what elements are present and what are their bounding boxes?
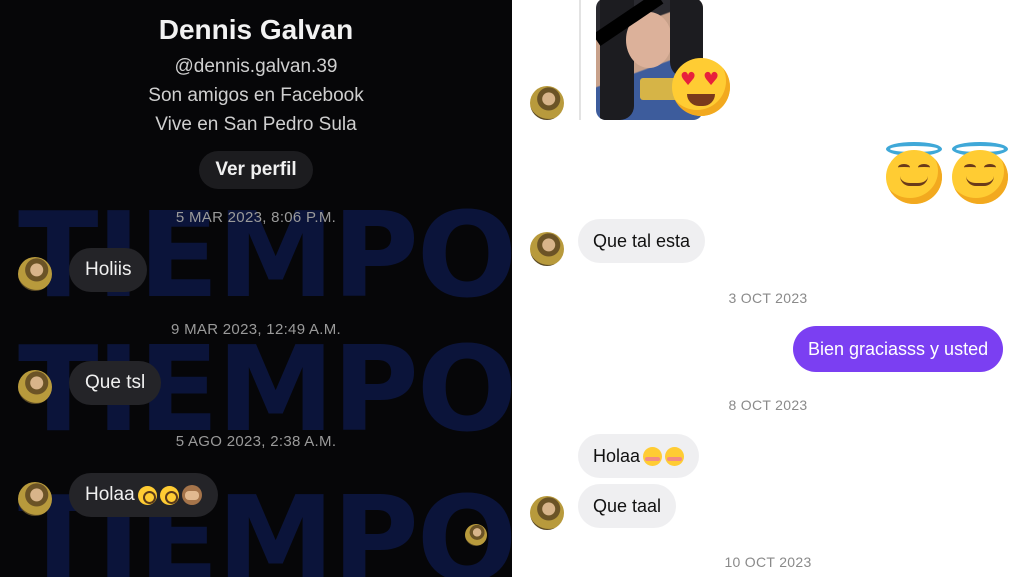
date-separator: 8 OCT 2023	[728, 397, 808, 413]
flushed-face-icon	[159, 485, 179, 505]
message-timestamp: 5 MAR 2023, 8:06 P.M.	[175, 209, 337, 226]
message-timestamp: 9 MAR 2023, 12:49 A.M.	[170, 321, 342, 338]
profile-city-text: Vive en San Pedro Sula	[155, 114, 357, 135]
date-separator: 3 OCT 2023	[728, 290, 808, 306]
message-text: Holaa	[85, 484, 135, 505]
view-profile-button[interactable]: Ver perfil	[199, 151, 313, 189]
reply-divider	[579, 0, 581, 120]
avatar[interactable]	[18, 370, 52, 404]
profile-friends-text: Son amigos en Facebook	[148, 85, 364, 106]
smiling-face-with-halo-icon[interactable]	[884, 142, 944, 204]
incoming-message-bubble[interactable]: Que taal	[578, 484, 677, 528]
incoming-message-bubble[interactable]: Holaa	[578, 434, 700, 478]
incoming-message-bubble[interactable]: Que tsl	[69, 361, 162, 405]
avatar[interactable]	[18, 482, 52, 516]
read-receipt-avatar	[465, 524, 487, 546]
message-text: Bien graciasss y usted	[808, 338, 989, 359]
message-text: Holaa	[593, 445, 641, 466]
messenger-light-screenshot: ♥ ♥ Que tal esta 3 OCT 2023 Bien gracias…	[512, 0, 1024, 577]
avatar[interactable]	[18, 257, 52, 291]
smiling-face-with-hearts-icon	[643, 446, 663, 466]
date-separator: 10 OCT 2023	[724, 554, 812, 570]
avatar[interactable]	[530, 496, 564, 530]
smiling-face-with-halo-icon[interactable]	[950, 142, 1010, 204]
avatar[interactable]	[530, 232, 564, 266]
see-no-evil-monkey-icon	[181, 485, 202, 505]
smiling-face-with-hearts-icon	[665, 446, 685, 466]
profile-handle: @dennis.galvan.39	[174, 56, 338, 77]
incoming-message-bubble[interactable]: Que tal esta	[578, 219, 706, 263]
profile-name: Dennis Galvan	[158, 14, 354, 45]
outgoing-message-bubble[interactable]: Bien graciasss y usted	[793, 326, 1004, 372]
message-text: Holiis	[85, 259, 132, 280]
incoming-message-bubble[interactable]: Holiis	[69, 248, 148, 292]
avatar[interactable]	[530, 86, 564, 120]
heart-eyes-reaction-icon[interactable]: ♥ ♥	[672, 58, 730, 116]
message-timestamp: 5 AGO 2023, 2:38 A.M.	[175, 433, 337, 450]
messenger-dark-screenshot: TIEMPO TIEMPO TIEMPO Dennis Galvan @denn…	[0, 0, 512, 577]
flushed-face-icon	[137, 485, 157, 505]
message-text: Que tal esta	[593, 230, 691, 251]
message-text: Que tsl	[85, 372, 146, 393]
incoming-message-bubble[interactable]: Holaa	[69, 473, 218, 517]
message-text: Que taal	[593, 495, 662, 516]
